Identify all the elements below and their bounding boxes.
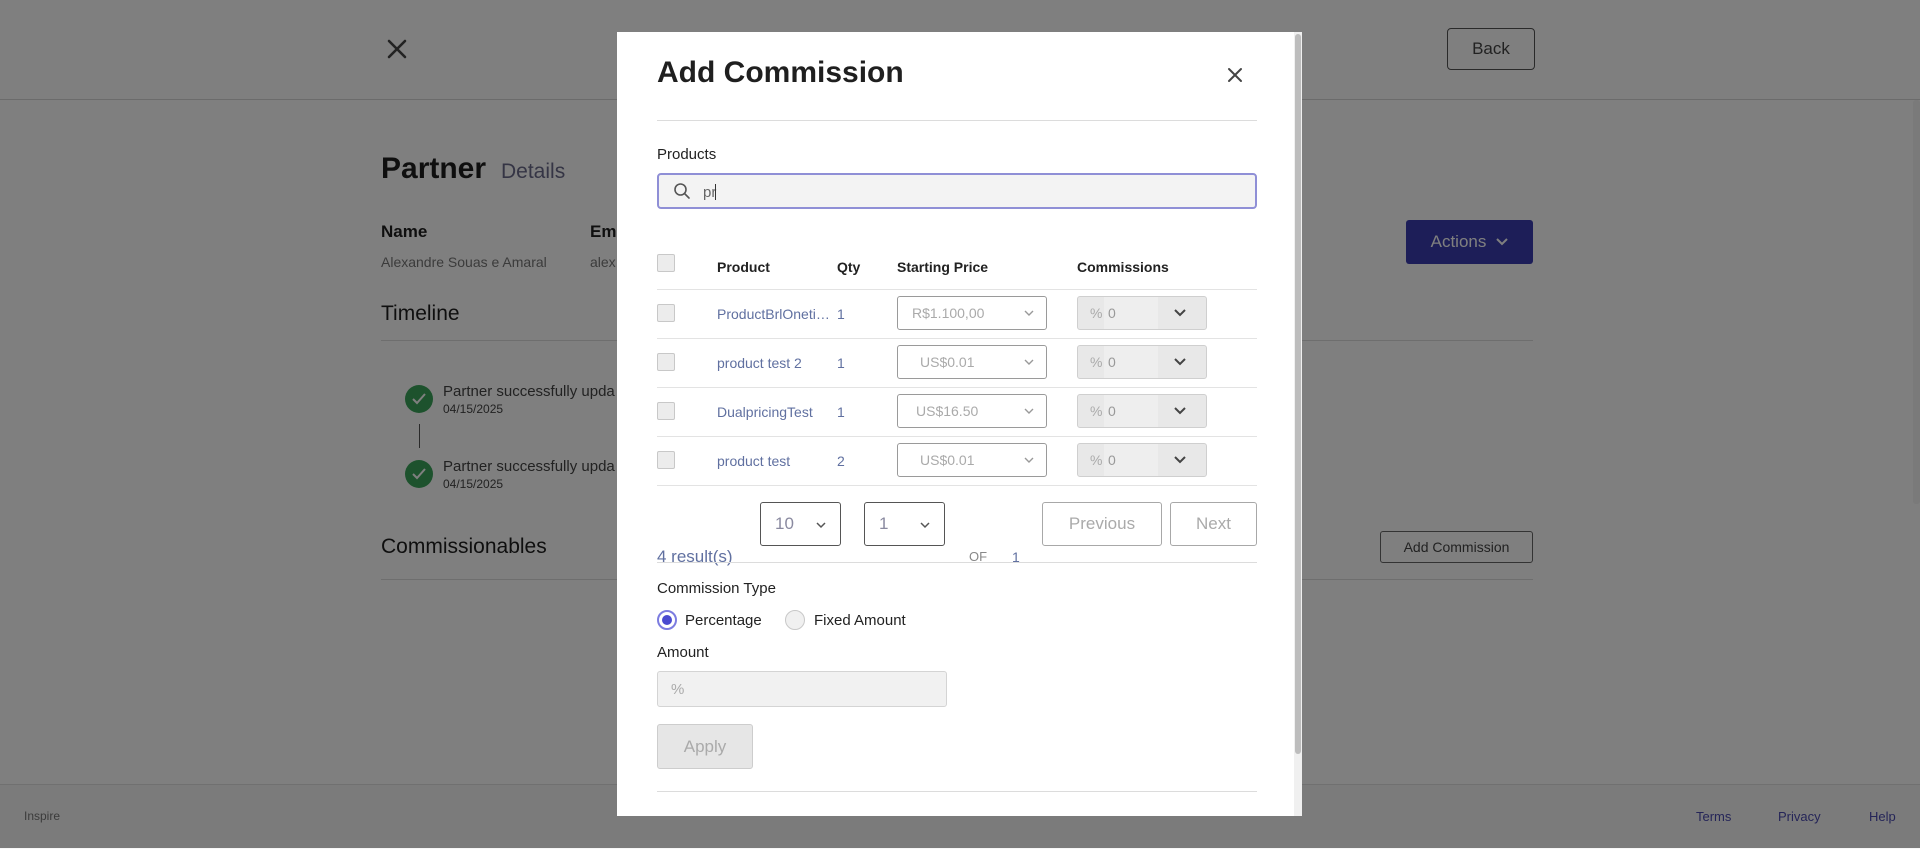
commission-input[interactable]: % 0 bbox=[1077, 345, 1207, 379]
starting-price-value: US$16.50 bbox=[916, 403, 979, 419]
commission-value: 0 bbox=[1108, 452, 1116, 468]
page-scrollbar[interactable] bbox=[1913, 100, 1920, 504]
starting-price-select[interactable]: US$0.01 bbox=[897, 345, 1047, 379]
row-divider bbox=[657, 436, 1257, 437]
chevron-down-icon[interactable] bbox=[1174, 309, 1186, 317]
radio-fixed-amount[interactable] bbox=[785, 610, 805, 630]
percent-prefix: % bbox=[1090, 354, 1103, 370]
chevron-down-icon[interactable] bbox=[1174, 456, 1186, 464]
product-qty: 1 bbox=[837, 404, 845, 420]
row-checkbox[interactable] bbox=[657, 402, 675, 420]
apply-button[interactable]: Apply bbox=[657, 724, 753, 769]
chevron-down-icon bbox=[1024, 408, 1034, 414]
starting-price-value: R$1.100,00 bbox=[912, 305, 985, 321]
commission-value-field[interactable]: 0 bbox=[1104, 395, 1158, 427]
percent-prefix: % bbox=[1090, 305, 1103, 321]
products-label: Products bbox=[657, 146, 717, 163]
commission-value-field[interactable]: 0 bbox=[1104, 297, 1158, 329]
text-caret bbox=[715, 184, 716, 200]
commission-input[interactable]: % 0 bbox=[1077, 443, 1207, 477]
product-qty: 1 bbox=[837, 306, 845, 322]
product-name: product test 2 bbox=[717, 355, 802, 371]
select-all-checkbox[interactable] bbox=[657, 254, 675, 272]
product-qty: 1 bbox=[837, 355, 845, 371]
product-search-input[interactable] bbox=[701, 179, 1245, 205]
commission-value-field[interactable]: 0 bbox=[1104, 444, 1158, 476]
page-number-select[interactable]: 1 bbox=[864, 502, 945, 546]
commission-type-label: Commission Type bbox=[657, 580, 776, 597]
row-divider bbox=[657, 387, 1257, 388]
add-commission-modal: Add Commission Products Product Qty Star… bbox=[617, 32, 1302, 816]
chevron-down-icon[interactable] bbox=[1174, 358, 1186, 366]
amount-input[interactable]: % bbox=[657, 671, 947, 707]
percent-prefix: % bbox=[1090, 452, 1103, 468]
results-count: 4 result(s) bbox=[657, 547, 733, 566]
divider bbox=[657, 120, 1257, 121]
modal-title: Add Commission bbox=[657, 56, 904, 89]
column-header-product: Product bbox=[717, 259, 770, 275]
row-checkbox[interactable] bbox=[657, 304, 675, 322]
search-icon bbox=[674, 183, 690, 199]
chevron-down-icon[interactable] bbox=[1174, 407, 1186, 415]
starting-price-select[interactable]: US$0.01 bbox=[897, 443, 1047, 477]
commission-input[interactable]: % 0 bbox=[1077, 394, 1207, 428]
chevron-down-icon bbox=[816, 522, 826, 529]
percent-prefix: % bbox=[671, 681, 685, 698]
radio-percentage-label[interactable]: Percentage bbox=[685, 612, 762, 629]
commission-value: 0 bbox=[1108, 305, 1116, 321]
commission-value: 0 bbox=[1108, 354, 1116, 370]
product-name: ProductBrlOnetime bbox=[717, 306, 833, 322]
row-divider bbox=[657, 289, 1257, 290]
page-number-value: 1 bbox=[879, 514, 889, 533]
amount-label: Amount bbox=[657, 644, 709, 661]
chevron-down-icon bbox=[1024, 310, 1034, 316]
product-name: DualpricingTest bbox=[717, 404, 813, 420]
chevron-down-icon bbox=[1024, 457, 1034, 463]
radio-percentage[interactable] bbox=[657, 610, 677, 630]
percent-prefix: % bbox=[1090, 403, 1103, 419]
row-divider bbox=[657, 338, 1257, 339]
next-page-button[interactable]: Next bbox=[1170, 502, 1257, 546]
starting-price-select[interactable]: R$1.100,00 bbox=[897, 296, 1047, 330]
product-search-box[interactable] bbox=[657, 173, 1257, 209]
row-checkbox[interactable] bbox=[657, 451, 675, 469]
starting-price-select[interactable]: US$16.50 bbox=[897, 394, 1047, 428]
starting-price-value: US$0.01 bbox=[920, 354, 975, 370]
commission-input[interactable]: % 0 bbox=[1077, 296, 1207, 330]
starting-price-value: US$0.01 bbox=[920, 452, 975, 468]
row-checkbox[interactable] bbox=[657, 353, 675, 371]
page-size-select[interactable]: 10 bbox=[760, 502, 841, 546]
chevron-down-icon bbox=[920, 522, 930, 529]
previous-page-button[interactable]: Previous bbox=[1042, 502, 1162, 546]
chevron-down-icon bbox=[1024, 359, 1034, 365]
divider bbox=[657, 791, 1257, 792]
close-icon[interactable] bbox=[1226, 66, 1244, 84]
page-size-value: 10 bbox=[775, 514, 794, 533]
radio-fixed-amount-label[interactable]: Fixed Amount bbox=[814, 612, 906, 629]
column-header-qty: Qty bbox=[837, 259, 861, 275]
column-header-commissions: Commissions bbox=[1077, 259, 1169, 275]
commission-value-field[interactable]: 0 bbox=[1104, 346, 1158, 378]
commission-value: 0 bbox=[1108, 403, 1116, 419]
row-divider bbox=[657, 485, 1257, 486]
product-name: product test bbox=[717, 453, 791, 469]
modal-scrollbar[interactable] bbox=[1295, 34, 1301, 754]
divider bbox=[657, 562, 1257, 563]
column-header-starting-price: Starting Price bbox=[897, 259, 989, 275]
product-qty: 2 bbox=[837, 453, 845, 469]
